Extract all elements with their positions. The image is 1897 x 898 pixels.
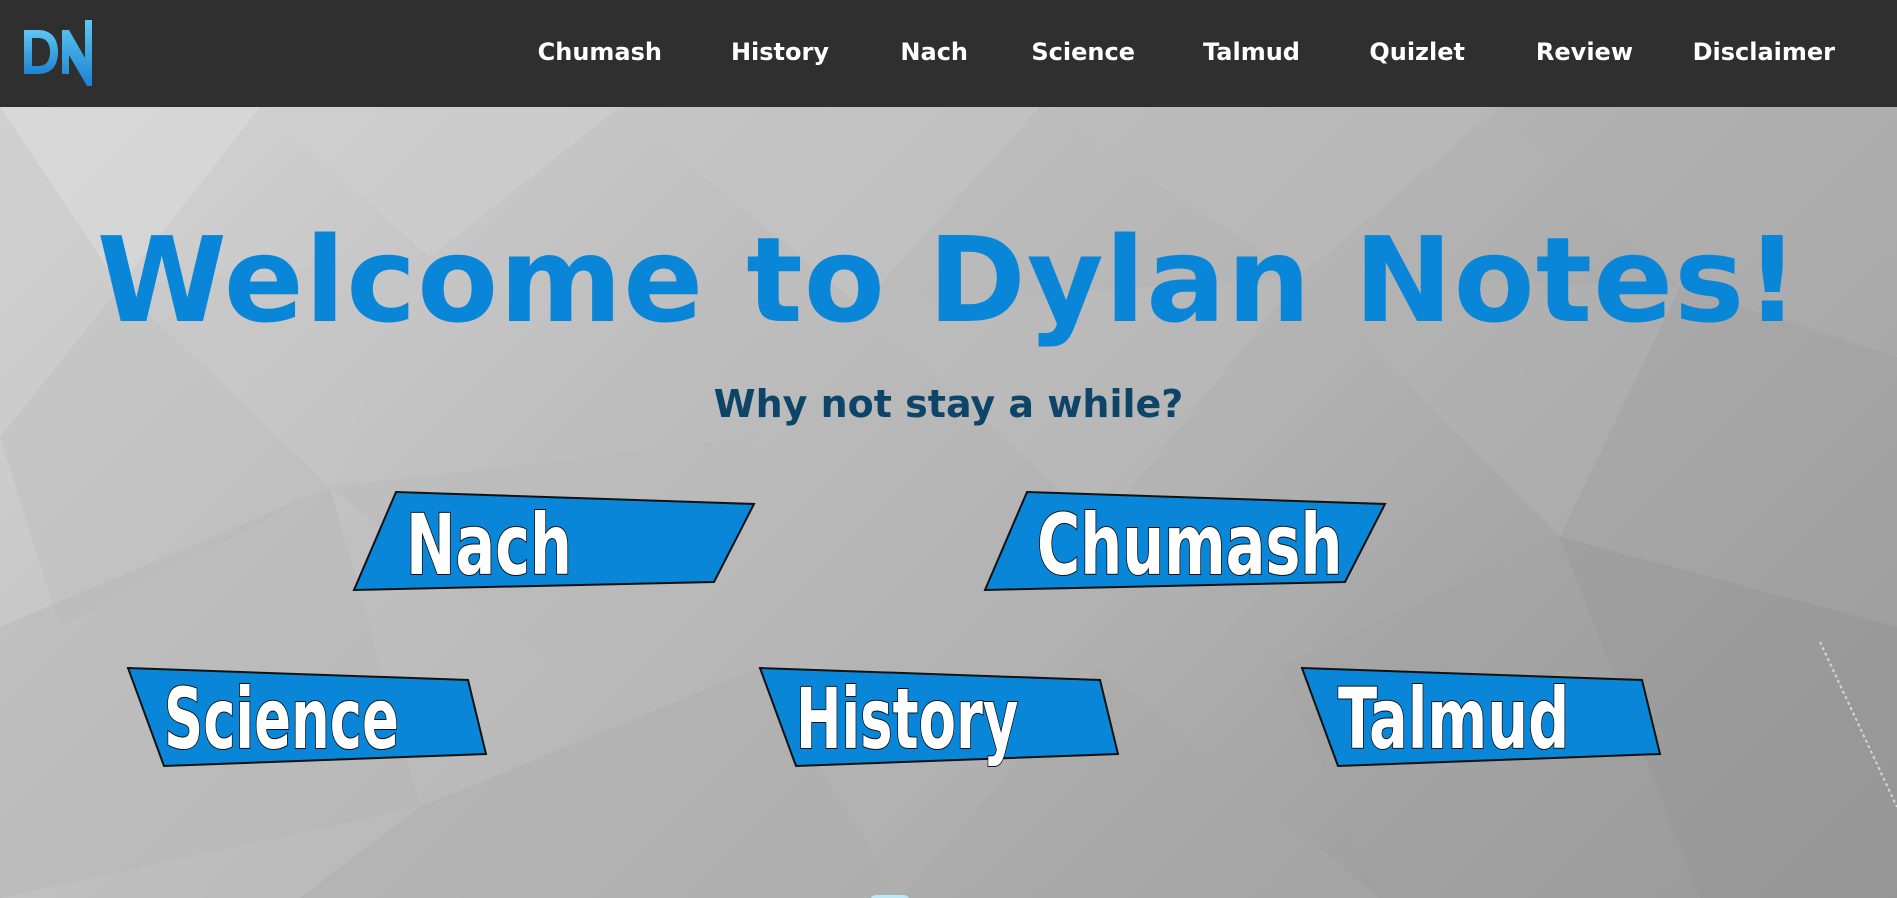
- hero-subtitle: Why not stay a while?: [713, 382, 1184, 426]
- tile-history-label: History: [795, 669, 1019, 769]
- nav-link-talmud[interactable]: Talmud: [1203, 38, 1300, 66]
- nav-link-quizlet[interactable]: Quizlet: [1369, 38, 1465, 66]
- tile-nach[interactable]: Nach: [352, 490, 756, 615]
- nav-link-review[interactable]: Review: [1536, 38, 1633, 66]
- tile-nach-label: Nach: [405, 495, 573, 595]
- top-navigation-bar: Chumash History Nach Science Talmud Quiz…: [0, 0, 1897, 107]
- hero-section: Welcome to Dylan Notes! Why not stay a w…: [0, 107, 1897, 898]
- hero-title: Welcome to Dylan Notes!: [96, 211, 1801, 349]
- site-logo[interactable]: [20, 18, 100, 90]
- tile-talmud[interactable]: Talmud: [1300, 666, 1662, 791]
- nav-link-history[interactable]: History: [731, 38, 829, 66]
- tile-talmud-label: Talmud: [1337, 669, 1570, 769]
- nav-link-disclaimer[interactable]: Disclaimer: [1693, 38, 1835, 66]
- nav-link-chumash[interactable]: Chumash: [538, 38, 662, 66]
- nav-link-nach[interactable]: Nach: [900, 38, 968, 66]
- tile-history[interactable]: History: [758, 666, 1120, 791]
- tile-chumash-label: Chumash: [1036, 495, 1343, 595]
- nav-link-science[interactable]: Science: [1031, 38, 1135, 66]
- tile-science-label: Science: [163, 669, 399, 769]
- tile-science[interactable]: Science: [126, 666, 488, 791]
- dn-logo-icon: [24, 20, 92, 86]
- tile-chumash[interactable]: Chumash: [983, 490, 1445, 615]
